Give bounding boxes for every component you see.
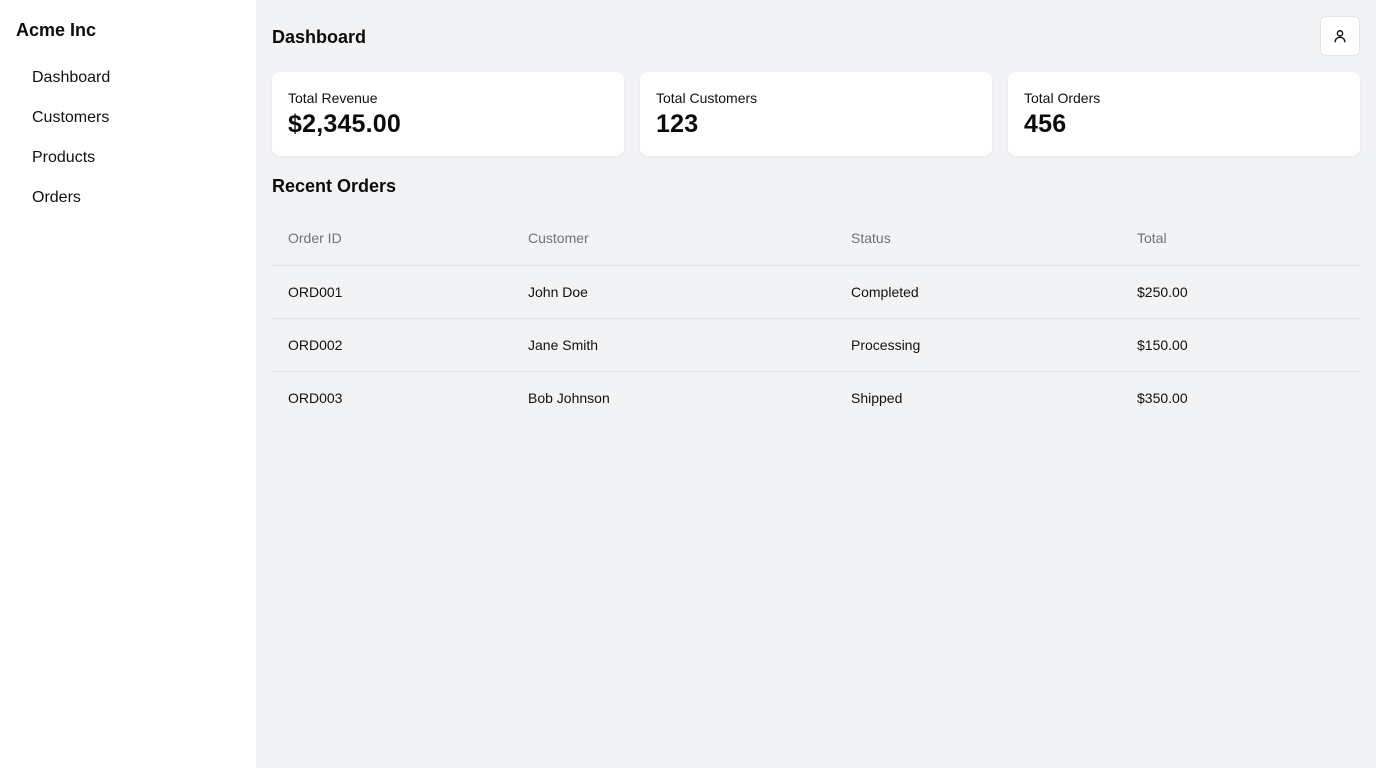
cell-order-id: ORD001: [272, 265, 512, 319]
user-icon: [1334, 30, 1346, 43]
sidebar-item-customers[interactable]: Customers: [16, 98, 240, 138]
stat-value: 123: [656, 110, 699, 138]
stat-label: Total Customers: [656, 90, 758, 106]
cell-total: $350.00: [1137, 389, 1188, 406]
cell-status: Processing: [835, 318, 1121, 372]
main-content: Dashboard Total Revenue $2,345.00 Total …: [256, 0, 1376, 768]
cell-status: Shipped: [851, 389, 903, 406]
table-row[interactable]: ORD002 Jane Smith Processing $150.00: [272, 318, 1360, 372]
stats-cards: Total Revenue $2,345.00 Total Customers …: [272, 72, 1360, 156]
stat-value: $2,345.00: [288, 110, 402, 138]
cell-total: $150.00: [1121, 318, 1360, 372]
stat-value: 456: [1024, 110, 1067, 138]
column-header-customer: Customer: [512, 212, 835, 266]
cell-status: Completed: [835, 265, 1121, 319]
cell-order-id: ORD003: [288, 389, 343, 406]
table-header-row: Order ID Customer Status Total: [272, 212, 1360, 266]
sidebar-item-orders[interactable]: Orders: [16, 178, 240, 218]
sidebar: Acme Inc Dashboard Customers Products Or…: [0, 0, 256, 768]
brand-name: Acme Inc: [16, 20, 97, 40]
page-title: Dashboard: [272, 26, 367, 47]
cell-customer: Jane Smith: [512, 318, 835, 372]
app-root: Acme Inc Dashboard Customers Products Or…: [0, 0, 1376, 768]
cell-customer: John Doe: [512, 265, 835, 319]
table-row[interactable]: ORD001 John Doe Completed $250.00: [272, 265, 1360, 319]
user-menu-button[interactable]: [1320, 16, 1360, 56]
cell-order-id: ORD002: [272, 318, 512, 372]
stat-card-revenue: Total Revenue $2,345.00: [272, 72, 624, 156]
stat-label: Total Revenue: [288, 90, 378, 106]
stat-card-customers: Total Customers 123: [640, 72, 992, 156]
column-header-order-id: Order ID: [272, 212, 512, 266]
table-row[interactable]: ORD003 Bob Johnson Shipped $350.00: [272, 371, 1360, 424]
stat-label: Total Orders: [1024, 90, 1101, 106]
top-bar: Dashboard: [272, 16, 1360, 56]
column-header-total: Total: [1121, 212, 1360, 266]
recent-orders-title: Recent Orders: [272, 176, 397, 196]
stat-card-orders: Total Orders 456: [1008, 72, 1360, 156]
recent-orders-table: Order ID Customer Status Total ORD001 Jo…: [272, 212, 1360, 424]
cell-total: $250.00: [1121, 265, 1360, 319]
sidebar-item-products[interactable]: Products: [16, 138, 240, 178]
sidebar-nav: Dashboard Customers Products Orders: [16, 58, 240, 218]
sidebar-item-dashboard[interactable]: Dashboard: [16, 58, 240, 98]
column-header-status: Status: [835, 212, 1121, 266]
cell-customer: Bob Johnson: [528, 389, 610, 406]
